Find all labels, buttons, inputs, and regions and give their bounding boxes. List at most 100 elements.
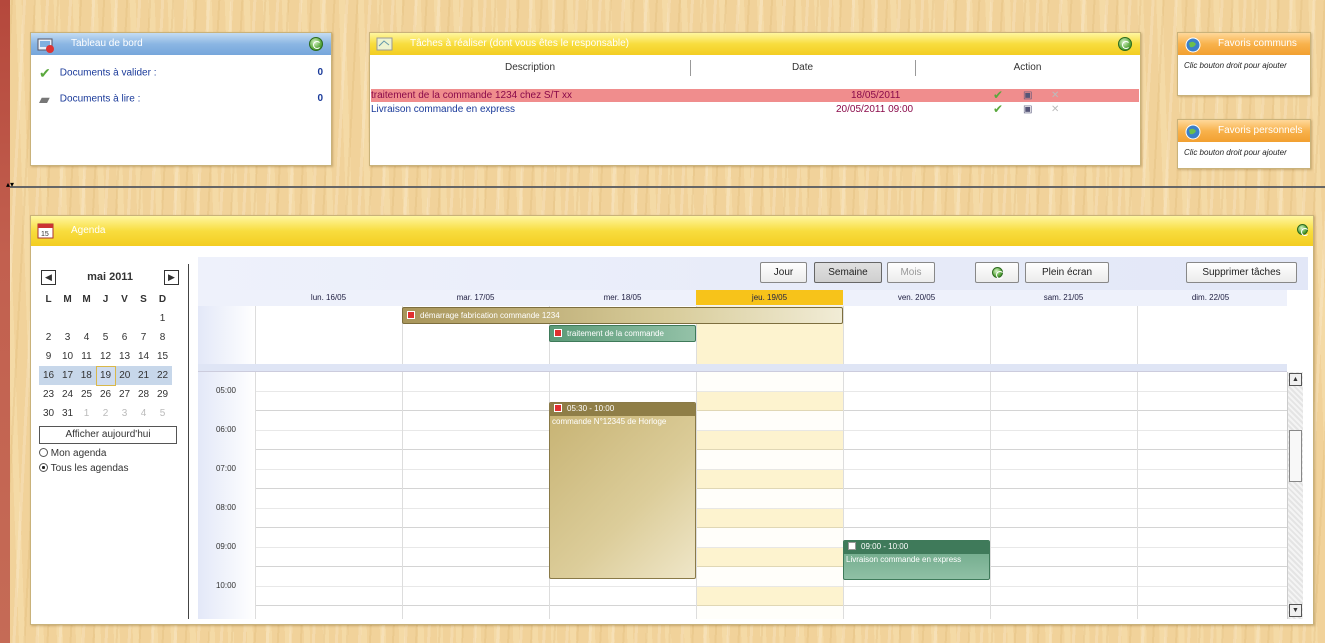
- hour-label: 08:00: [215, 503, 236, 512]
- day-cell[interactable]: 5: [96, 328, 115, 347]
- day-header-today[interactable]: jeu. 19/05: [696, 290, 843, 305]
- day-cell-other-month[interactable]: 4: [134, 404, 153, 423]
- refresh-icon[interactable]: [309, 37, 323, 51]
- day-cell[interactable]: 13: [115, 347, 134, 366]
- day-cell[interactable]: 30: [39, 404, 58, 423]
- day-cell[interactable]: 3: [58, 328, 77, 347]
- day-cell[interactable]: 26: [96, 385, 115, 404]
- day-header[interactable]: sam. 21/05: [990, 290, 1137, 305]
- day-cell-other-month[interactable]: 2: [96, 404, 115, 423]
- vertical-scrollbar[interactable]: ▲ ▼: [1287, 372, 1303, 619]
- day-cell[interactable]: 25: [77, 385, 96, 404]
- week-view-button[interactable]: Semaine: [814, 262, 882, 283]
- radio-unchecked-icon[interactable]: [39, 448, 48, 457]
- day-header[interactable]: ven. 20/05: [843, 290, 990, 305]
- radio-mon-agenda[interactable]: Mon agenda: [39, 448, 181, 459]
- radio-tous-agendas[interactable]: Tous les agendas: [39, 463, 181, 474]
- radio-checked-icon[interactable]: [39, 463, 48, 472]
- refresh-icon[interactable]: [1118, 37, 1132, 51]
- day-cell[interactable]: [115, 309, 134, 328]
- day-header[interactable]: dim. 22/05: [1137, 290, 1284, 305]
- column-description[interactable]: Description: [370, 55, 690, 81]
- validate-check-icon[interactable]: ✔: [993, 103, 1003, 116]
- task-description[interactable]: traitement de la commande 1234 chez S/T …: [371, 89, 572, 102]
- day-cell-today[interactable]: 19: [95, 365, 116, 386]
- day-cell[interactable]: [96, 309, 115, 328]
- day-cell[interactable]: 29: [153, 385, 172, 404]
- splitter[interactable]: [10, 186, 1325, 188]
- document-icon[interactable]: ▣: [1023, 103, 1032, 116]
- scroll-up-button[interactable]: ▲: [1289, 373, 1302, 386]
- refresh-icon[interactable]: [1297, 224, 1309, 236]
- day-cell[interactable]: [77, 309, 96, 328]
- weekday-label: M: [63, 294, 72, 305]
- documents-to-validate[interactable]: ✔ Documents à valider : 0: [39, 66, 329, 80]
- fullscreen-button[interactable]: Plein écran: [1025, 262, 1109, 283]
- event-square-icon: [848, 542, 856, 550]
- day-cell[interactable]: 6: [115, 328, 134, 347]
- day-cell[interactable]: 17: [58, 366, 77, 385]
- day-cell[interactable]: 2: [39, 328, 58, 347]
- day-cell[interactable]: 18: [77, 366, 96, 385]
- day-cell[interactable]: 4: [77, 328, 96, 347]
- day-header[interactable]: mer. 18/05: [549, 290, 696, 305]
- day-header[interactable]: lun. 16/05: [255, 290, 402, 305]
- delete-icon[interactable]: ✕: [1051, 103, 1059, 116]
- tasks-header: Tâches à réaliser (dont vous êtes le res…: [370, 33, 1140, 55]
- day-view-button[interactable]: Jour: [760, 262, 807, 283]
- day-cell[interactable]: 20: [115, 366, 134, 385]
- column-action[interactable]: Action: [915, 55, 1140, 81]
- documents-to-read[interactable]: ▰ Documents à lire : 0: [39, 92, 329, 106]
- task-row[interactable]: traitement de la commande 1234 chez S/T …: [371, 89, 1139, 102]
- day-cell[interactable]: 28: [134, 385, 153, 404]
- day-cell[interactable]: 8: [153, 328, 172, 347]
- favoris-perso-title: Favoris personnels: [1218, 125, 1303, 136]
- allday-event[interactable]: démarrage fabrication commande 1234: [402, 307, 843, 324]
- scroll-thumb[interactable]: [1289, 430, 1302, 482]
- calendar-event[interactable]: 05:30 - 10:00 commande N°12345 de Horlog…: [549, 402, 696, 579]
- day-cell[interactable]: [39, 309, 58, 328]
- day-cell[interactable]: 22: [153, 366, 172, 385]
- day-cell[interactable]: 24: [58, 385, 77, 404]
- day-cell[interactable]: 11: [77, 347, 96, 366]
- delete-icon[interactable]: ✕: [1051, 89, 1059, 102]
- document-icon[interactable]: ▣: [1023, 89, 1032, 102]
- day-header[interactable]: mar. 17/05: [402, 290, 549, 305]
- calendar-event[interactable]: 09:00 - 10:00 Livraison commande en expr…: [843, 540, 990, 580]
- next-month-button[interactable]: ▶: [164, 270, 179, 285]
- delete-tasks-button[interactable]: Supprimer tâches: [1186, 262, 1297, 283]
- day-cell[interactable]: 23: [39, 385, 58, 404]
- day-cell[interactable]: 9: [39, 347, 58, 366]
- day-cell[interactable]: 21: [134, 366, 153, 385]
- event-label: Livraison commande en express: [846, 555, 962, 564]
- day-cell[interactable]: [134, 309, 153, 328]
- allday-event-label: traitement de la commande: [567, 329, 664, 338]
- scroll-down-button[interactable]: ▼: [1289, 604, 1302, 617]
- day-cell[interactable]: [58, 309, 77, 328]
- task-description[interactable]: Livraison commande en express: [371, 103, 515, 116]
- day-cell[interactable]: 1: [153, 309, 172, 328]
- collapse-arrows-icon[interactable]: ▴▾: [6, 180, 14, 189]
- event-square-icon: [554, 329, 562, 337]
- day-cell-other-month[interactable]: 5: [153, 404, 172, 423]
- day-cell[interactable]: 16: [39, 366, 58, 385]
- day-cell[interactable]: 7: [134, 328, 153, 347]
- column-date[interactable]: Date: [690, 55, 915, 81]
- calendar-refresh-button[interactable]: [975, 262, 1019, 283]
- radio-mon-agenda-label: Mon agenda: [50, 448, 107, 459]
- today-button[interactable]: Afficher aujourd'hui: [39, 426, 177, 444]
- event-square-icon: [407, 311, 415, 319]
- day-cell[interactable]: 14: [134, 347, 153, 366]
- task-row[interactable]: Livraison commande en express 20/05/2011…: [371, 103, 1139, 116]
- day-cell[interactable]: 15: [153, 347, 172, 366]
- month-view-button[interactable]: Mois: [887, 262, 935, 283]
- radio-tous-agendas-label: Tous les agendas: [50, 463, 129, 474]
- day-cell-other-month[interactable]: 3: [115, 404, 134, 423]
- validate-check-icon[interactable]: ✔: [993, 89, 1003, 102]
- day-cell[interactable]: 31: [58, 404, 77, 423]
- day-cell[interactable]: 27: [115, 385, 134, 404]
- day-cell[interactable]: 10: [58, 347, 77, 366]
- day-cell[interactable]: 12: [96, 347, 115, 366]
- allday-event[interactable]: traitement de la commande: [549, 325, 696, 342]
- day-cell-other-month[interactable]: 1: [77, 404, 96, 423]
